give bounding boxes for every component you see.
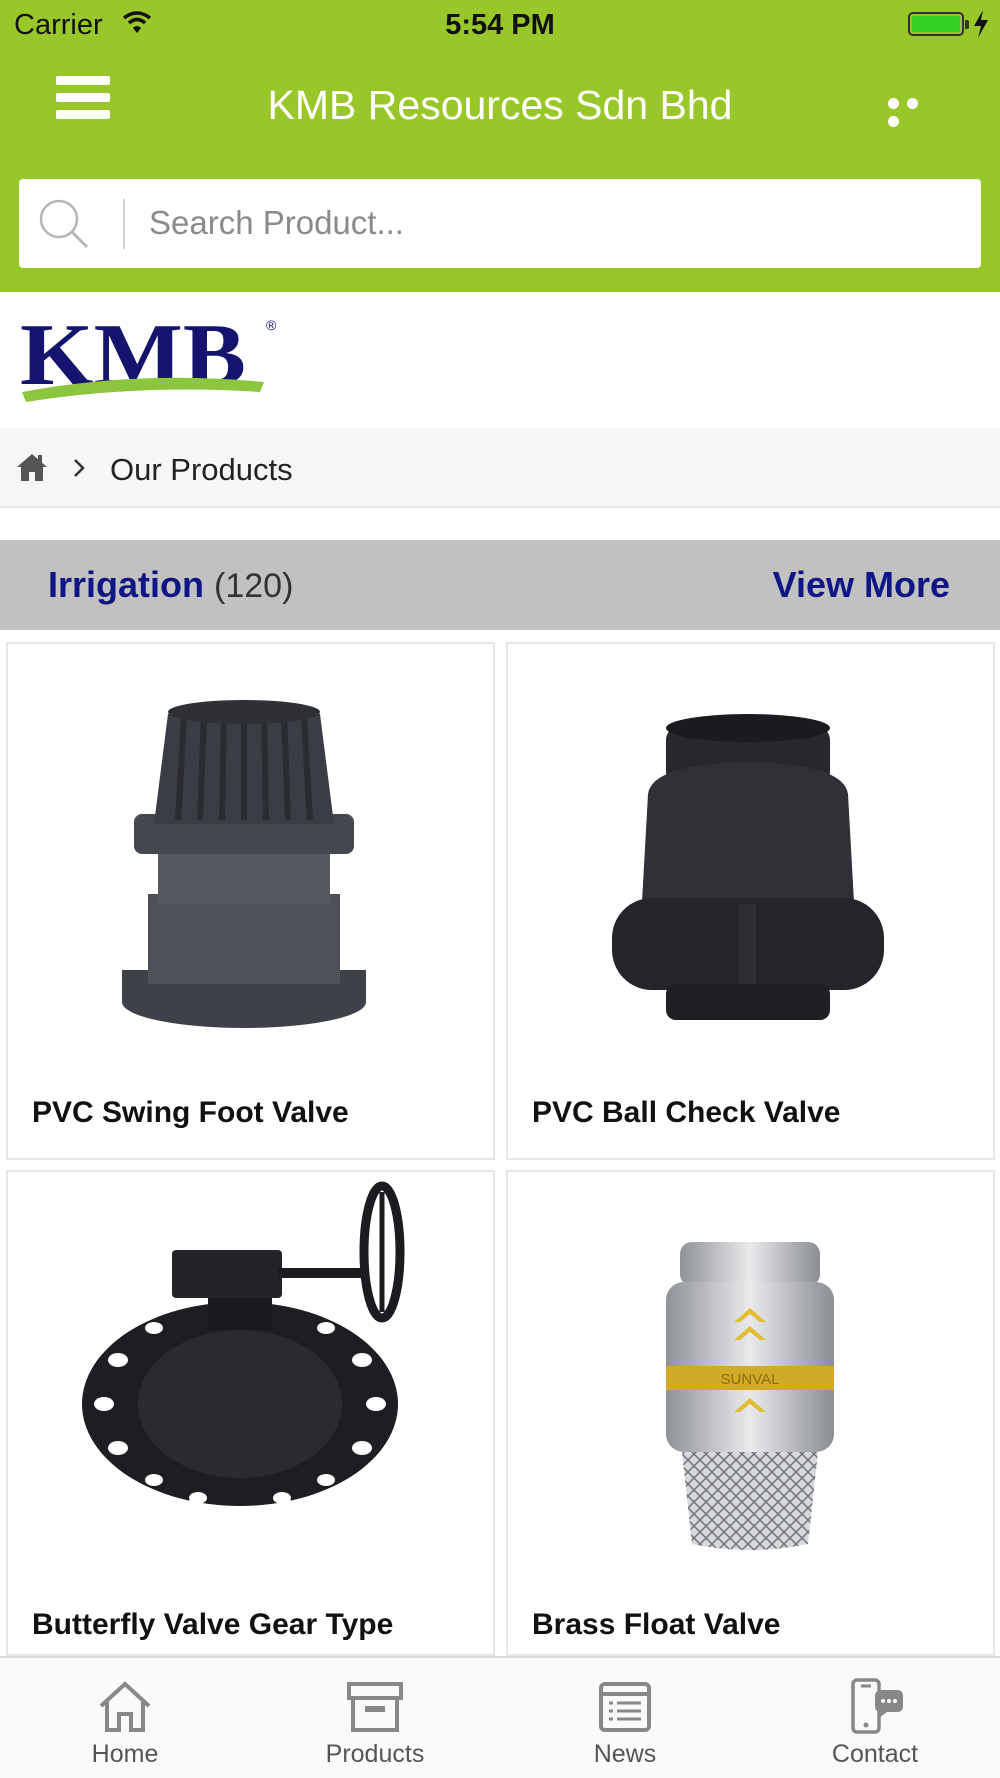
tab-label: Contact: [831, 1740, 919, 1768]
phone-chat-icon: [851, 1678, 903, 1734]
tab-label: Home: [91, 1740, 159, 1768]
product-name: Brass Float Valve: [532, 1608, 781, 1641]
svg-text:SUNVAL: SUNVAL: [721, 1371, 780, 1388]
more-dots-icon[interactable]: [888, 96, 944, 127]
chevron-right-icon: [74, 459, 85, 477]
search-bar[interactable]: [19, 179, 981, 268]
home-icon: [99, 1681, 151, 1732]
tab-contact[interactable]: Contact: [750, 1658, 1000, 1778]
product-image: [82, 1181, 405, 1506]
search-icon: [39, 199, 89, 249]
product-name: PVC Swing Foot Valve: [32, 1096, 349, 1129]
tab-home[interactable]: Home: [0, 1658, 250, 1778]
battery-icon: [908, 12, 969, 36]
product-name: PVC Ball Check Valve: [532, 1096, 841, 1129]
product-image: [612, 714, 884, 1020]
tab-news[interactable]: News: [500, 1658, 750, 1778]
page-title: KMB Resources Sdn Bhd: [267, 82, 733, 128]
product-card[interactable]: PVC Swing Foot Valve: [6, 642, 495, 1160]
tab-label: Products: [325, 1740, 425, 1768]
product-name: Butterfly Valve Gear Type: [32, 1608, 394, 1641]
tab-products[interactable]: Products: [250, 1658, 500, 1778]
product-card[interactable]: Butterfly Valve Gear Type: [6, 1170, 495, 1656]
search-input[interactable]: [149, 193, 959, 253]
product-image: SUNVAL: [666, 1242, 834, 1550]
category-header: Irrigation (120) View More: [0, 540, 1000, 630]
app-header: Carrier 5:54 PM KMB Resources Sdn Bhd: [0, 0, 1000, 292]
newspaper-icon: [599, 1682, 651, 1732]
kmb-logo: KMB ®: [20, 312, 277, 404]
navbar: KMB Resources Sdn Bhd: [0, 60, 1000, 148]
clock: 5:54 PM: [445, 9, 555, 41]
svg-text:®: ®: [266, 317, 277, 333]
tab-label: News: [593, 1740, 657, 1768]
product-card[interactable]: PVC Ball Check Valve: [506, 642, 995, 1160]
bottom-tab-bar: Home Products News Contact: [0, 1656, 1000, 1778]
search-divider: [123, 199, 125, 249]
breadcrumb-current: Our Products: [110, 452, 293, 487]
category-count: (120): [214, 567, 294, 605]
charging-icon: [974, 10, 988, 38]
breadcrumb: Our Products: [0, 428, 1000, 508]
category-title[interactable]: Irrigation (120): [48, 564, 293, 606]
archive-box-icon: [347, 1682, 403, 1732]
view-more-link[interactable]: View More: [773, 564, 950, 606]
product-image: [122, 700, 366, 1028]
status-bar: Carrier 5:54 PM: [0, 0, 1000, 50]
product-card[interactable]: SUNVAL Brass Float Valve: [506, 1170, 995, 1656]
home-icon[interactable]: [16, 452, 48, 482]
category-name: Irrigation: [48, 564, 205, 605]
